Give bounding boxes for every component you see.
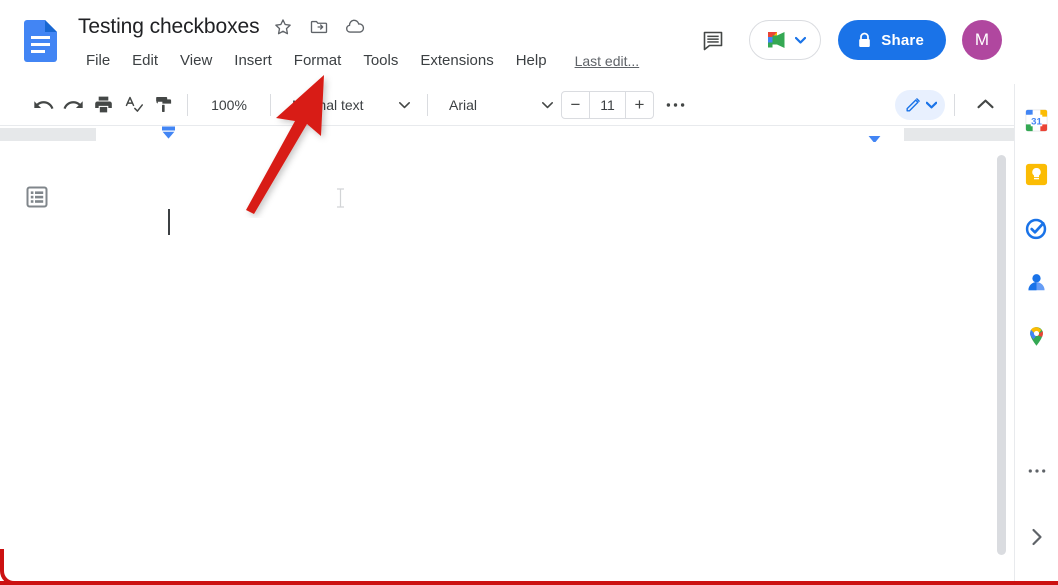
- formatting-toolbar: 100% Normal text Arial − 11 +: [0, 84, 1014, 126]
- redo-icon[interactable]: [58, 90, 88, 120]
- font-size-input[interactable]: 11: [589, 91, 626, 118]
- font-size-decrease-button[interactable]: −: [562, 92, 589, 118]
- chevron-down-icon: [399, 101, 410, 109]
- chevron-down-icon: [542, 101, 553, 109]
- chevron-right-icon[interactable]: [1023, 523, 1051, 551]
- menu-item-file[interactable]: File: [78, 49, 118, 73]
- share-button-label: Share: [881, 31, 924, 49]
- menu-item-tools[interactable]: Tools: [355, 49, 406, 73]
- document-title-row: Testing checkboxes: [78, 10, 367, 44]
- editing-mode-button[interactable]: [895, 89, 945, 120]
- move-to-folder-icon[interactable]: [307, 15, 331, 39]
- svg-text:31: 31: [1031, 116, 1042, 127]
- document-canvas[interactable]: [0, 142, 1014, 579]
- spellcheck-icon[interactable]: [118, 90, 148, 120]
- toolbar-divider: [187, 93, 188, 116]
- google-keep-icon[interactable]: [1023, 160, 1051, 188]
- menu-item-insert[interactable]: Insert: [226, 49, 280, 73]
- last-edit-link[interactable]: Last edit...: [575, 53, 640, 69]
- text-cursor: [168, 209, 170, 235]
- menu-bar: File Edit View Insert Format Tools Exten…: [78, 48, 639, 74]
- menu-item-view[interactable]: View: [172, 49, 220, 73]
- document-outline-icon[interactable]: [24, 184, 50, 210]
- chevron-up-icon[interactable]: [970, 90, 1000, 120]
- font-size-stepper: − 11 +: [561, 90, 654, 119]
- more-vertical-icon[interactable]: [1023, 457, 1051, 485]
- side-panel: 31: [1014, 84, 1058, 581]
- page-title[interactable]: Testing checkboxes: [78, 13, 260, 41]
- chevron-down-icon: [926, 101, 937, 109]
- font-size-increase-button[interactable]: +: [626, 92, 653, 118]
- document-page[interactable]: [0, 142, 994, 579]
- left-indent-marker[interactable]: [161, 126, 176, 141]
- menu-item-extensions[interactable]: Extensions: [412, 49, 501, 73]
- comment-history-icon[interactable]: [693, 20, 733, 60]
- cloud-saved-icon[interactable]: [343, 15, 367, 39]
- google-docs-logo[interactable]: [20, 17, 60, 65]
- toolbar-divider: [427, 93, 428, 116]
- more-horizontal-icon[interactable]: [660, 90, 690, 120]
- lock-icon: [857, 32, 872, 49]
- google-maps-icon[interactable]: [1023, 322, 1051, 350]
- google-contacts-icon[interactable]: [1023, 268, 1051, 296]
- google-meet-icon: [764, 29, 790, 51]
- zoom-level-select[interactable]: 100%: [197, 91, 261, 119]
- recording-border-bottom: [0, 581, 1058, 585]
- menu-item-help[interactable]: Help: [508, 49, 555, 73]
- google-docs-window: Testing checkboxes File Edit View Insert…: [0, 0, 1058, 585]
- right-indent-marker[interactable]: [867, 132, 882, 144]
- vertical-scrollbar[interactable]: [994, 142, 1014, 579]
- undo-icon[interactable]: [28, 90, 58, 120]
- google-tasks-icon[interactable]: [1023, 214, 1051, 242]
- font-family-select[interactable]: Arial: [437, 91, 561, 119]
- toolbar-divider: [954, 93, 955, 116]
- google-calendar-icon[interactable]: 31: [1023, 106, 1051, 134]
- ruler-content-area: [168, 128, 875, 141]
- app-header: Testing checkboxes File Edit View Insert…: [0, 0, 1014, 84]
- pencil-edit-icon: [904, 95, 923, 114]
- paragraph-style-label: Normal text: [292, 96, 364, 113]
- scrollbar-thumb[interactable]: [997, 155, 1006, 555]
- document-ruler[interactable]: [0, 126, 1014, 144]
- print-icon[interactable]: [88, 90, 118, 120]
- share-button[interactable]: Share: [838, 20, 946, 60]
- menu-item-format[interactable]: Format: [286, 49, 350, 73]
- star-icon[interactable]: [271, 15, 295, 39]
- header-actions: Share M: [693, 12, 1014, 68]
- mouse-text-ibeam-icon: [336, 188, 345, 208]
- start-meeting-button[interactable]: [749, 20, 822, 60]
- chevron-down-icon: [795, 36, 807, 44]
- toolbar-divider: [270, 93, 271, 116]
- avatar[interactable]: M: [962, 20, 1002, 60]
- paragraph-style-select[interactable]: Normal text: [280, 91, 418, 119]
- paint-format-icon[interactable]: [148, 90, 178, 120]
- menu-item-edit[interactable]: Edit: [124, 49, 166, 73]
- font-family-label: Arial: [449, 96, 478, 113]
